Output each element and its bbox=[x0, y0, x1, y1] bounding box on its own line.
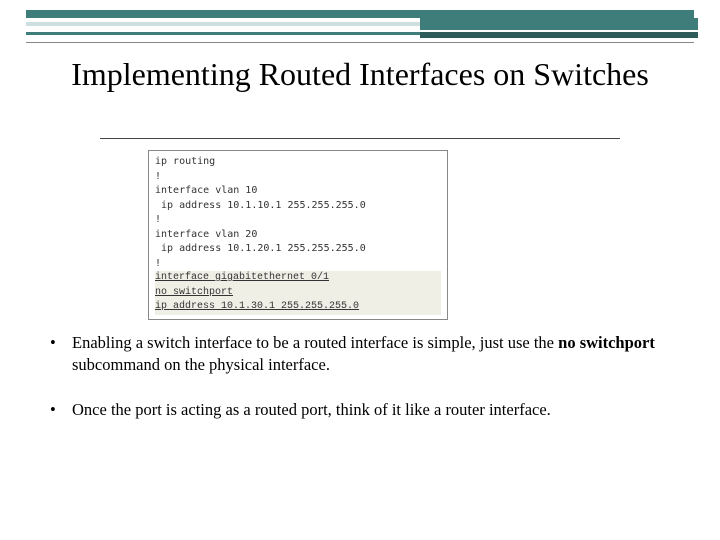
slide: Implementing Routed Interfaces on Switch… bbox=[0, 0, 720, 540]
config-code-block: ip routing ! interface vlan 10 ip addres… bbox=[148, 150, 448, 320]
decor-rule bbox=[26, 42, 694, 43]
bullet-bold: no switchport bbox=[558, 333, 655, 352]
title-underline bbox=[100, 138, 620, 139]
bullet-text: Enabling a switch interface to be a rout… bbox=[72, 333, 558, 352]
bullet-item: Enabling a switch interface to be a rout… bbox=[42, 332, 682, 377]
code-line-highlight: ip address 10.1.30.1 255.255.255.0 bbox=[155, 300, 441, 315]
code-line: ip address 10.1.10.1 255.255.255.0 bbox=[155, 199, 441, 214]
code-line-highlight: no switchport bbox=[155, 286, 441, 301]
code-line: ! bbox=[155, 213, 441, 228]
bullet-list: Enabling a switch interface to be a rout… bbox=[42, 332, 682, 443]
header-decoration bbox=[0, 0, 720, 46]
bullet-text: Once the port is acting as a routed port… bbox=[72, 400, 551, 419]
slide-title: Implementing Routed Interfaces on Switch… bbox=[30, 56, 690, 94]
decor-bar bbox=[26, 10, 694, 18]
decor-bar bbox=[420, 32, 698, 38]
bullet-item: Once the port is acting as a routed port… bbox=[42, 399, 682, 421]
code-line: ip routing bbox=[155, 155, 441, 170]
code-line: ! bbox=[155, 170, 441, 185]
bullet-text: subcommand on the physical interface. bbox=[72, 355, 330, 374]
code-line: interface vlan 10 bbox=[155, 184, 441, 199]
code-line: ip address 10.1.20.1 255.255.255.0 bbox=[155, 242, 441, 257]
code-line: interface vlan 20 bbox=[155, 228, 441, 243]
code-line-highlight: interface gigabitethernet 0/1 bbox=[155, 271, 441, 286]
code-line: ! bbox=[155, 257, 441, 272]
decor-bar bbox=[420, 18, 698, 30]
